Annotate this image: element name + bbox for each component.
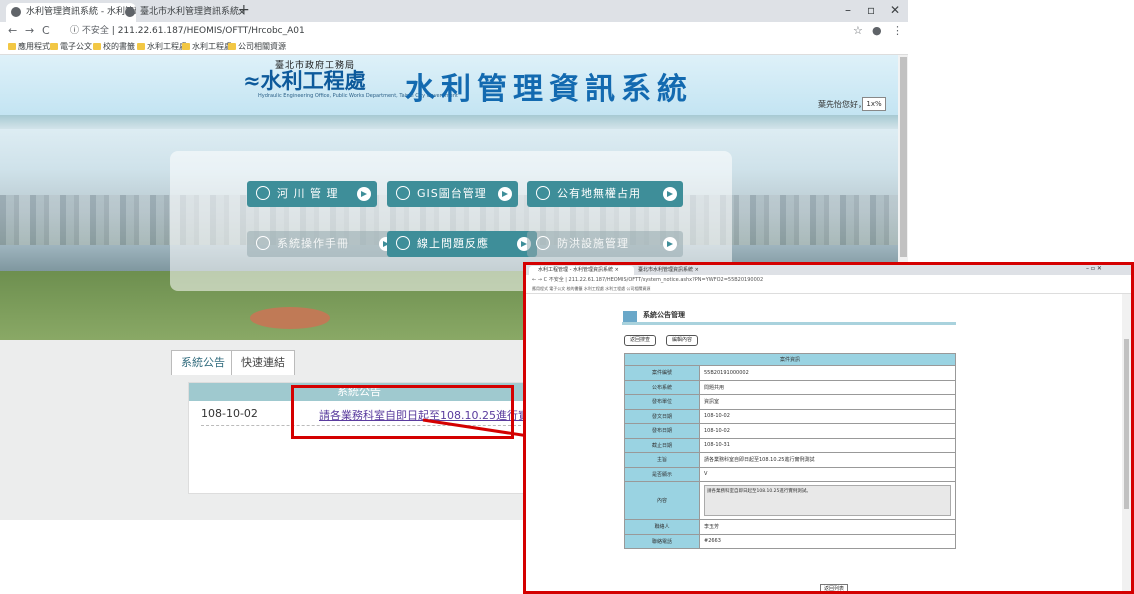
row-value: 55B20191000002 bbox=[699, 365, 956, 381]
content-textarea[interactable]: 請各業務科室自即日起至108.10.25進行實例測試。 bbox=[704, 485, 951, 516]
title-underline bbox=[622, 322, 956, 325]
row-value: V bbox=[699, 466, 956, 482]
row-key: 發布單位 bbox=[624, 394, 700, 410]
popup-nav-bar: ← → C 不安全 | 211.22.61.187/HEOMIS/OFTT/sy… bbox=[526, 275, 1131, 285]
table-row: 公布系統 問題共用 bbox=[624, 379, 956, 395]
row-key: 發文日期 bbox=[624, 408, 700, 424]
reload-icon[interactable]: C bbox=[544, 277, 548, 283]
notice-icon bbox=[623, 311, 637, 322]
popup-tab-1[interactable]: 水利工程管理 - 水利管理資訊系統 × bbox=[529, 266, 634, 275]
row-key: 聯絡電話 bbox=[624, 533, 700, 549]
back-to-list-button[interactable]: 返回列表 bbox=[820, 584, 849, 591]
row-key: 發布日期 bbox=[624, 423, 700, 439]
detail-window: 水利工程管理 - 水利管理資訊系統 × 臺北市水利管理資訊系統 × – ▫ ✕ … bbox=[523, 262, 1134, 594]
row-key: 公布系統 bbox=[624, 379, 700, 395]
back-icon[interactable]: ← bbox=[526, 277, 536, 283]
popup-page: 系統公告管理 返回搜查 編輯內容 案件資訊 案件編號 55B20191000002… bbox=[526, 294, 1122, 591]
table-row: 是否顯示 V bbox=[624, 466, 956, 482]
row-key: 主旨 bbox=[624, 452, 700, 468]
row-value: 108-10-31 bbox=[699, 437, 956, 453]
row-value: 請各業務科室自即日起至108.10.25進行實例測試 bbox=[699, 452, 956, 468]
table-row: 聯絡人 李玉芳 bbox=[624, 519, 956, 535]
table-row: 案件編號 55B20191000002 bbox=[624, 365, 956, 381]
table-row: 發布單位 資訊室 bbox=[624, 394, 956, 410]
row-value: 李玉芳 bbox=[699, 519, 956, 535]
row-key: 內容 bbox=[624, 481, 700, 520]
row-key: 案件編號 bbox=[624, 365, 700, 381]
popup-url[interactable]: 不安全 | 211.22.61.187/HEOMIS/OFTT/system_n… bbox=[549, 277, 763, 283]
row-value: 問題共用 bbox=[699, 379, 956, 395]
forward-icon[interactable]: → bbox=[538, 277, 542, 283]
row-key: 截止日期 bbox=[624, 437, 700, 453]
popup-bookmarks[interactable]: 應用程式 電子公文 校的書籤 水利工程處 水利工程處 公司相關資源 bbox=[526, 286, 650, 291]
table-row: 內容 請各業務科室自即日起至108.10.25進行實例測試。 bbox=[624, 481, 956, 520]
edit-content-button[interactable]: 編輯內容 bbox=[666, 335, 699, 346]
table-row: 發布日期 108-10-02 bbox=[624, 423, 956, 439]
popup-tab-strip: 水利工程管理 - 水利管理資訊系統 × 臺北市水利管理資訊系統 × – ▫ ✕ bbox=[526, 265, 1131, 275]
table-row: 主旨 請各業務科室自即日起至108.10.25進行實例測試 bbox=[624, 452, 956, 468]
row-value: 108-10-02 bbox=[699, 408, 956, 424]
popup-window-controls-icon[interactable]: – ▫ ✕ bbox=[1086, 265, 1102, 272]
row-key: 是否顯示 bbox=[624, 466, 700, 482]
popup-tab-2[interactable]: 臺北市水利管理資訊系統 × bbox=[629, 266, 734, 275]
row-value: 資訊室 bbox=[699, 394, 956, 410]
table-row: 發文日期 108-10-02 bbox=[624, 408, 956, 424]
popup-bookmarks-bar: 應用程式 電子公文 校的書籤 水利工程處 水利工程處 公司相關資源 bbox=[526, 285, 1131, 294]
table-header: 案件資訊 bbox=[624, 353, 956, 366]
table-row: 截止日期 108-10-31 bbox=[624, 437, 956, 453]
row-key: 聯絡人 bbox=[624, 519, 700, 535]
scrollbar-thumb[interactable] bbox=[1124, 339, 1129, 509]
back-search-button[interactable]: 返回搜查 bbox=[624, 335, 657, 346]
popup-scrollbar[interactable] bbox=[1122, 294, 1131, 591]
row-value: #2663 bbox=[699, 533, 956, 549]
table-row: 聯絡電話 #2663 bbox=[624, 533, 956, 549]
popup-title: 系統公告管理 bbox=[643, 311, 685, 319]
row-value: 108-10-02 bbox=[699, 423, 956, 439]
case-info-table: 案件資訊 案件編號 55B20191000002 公布系統 問題共用 發布單位 資訊室… bbox=[624, 353, 956, 549]
